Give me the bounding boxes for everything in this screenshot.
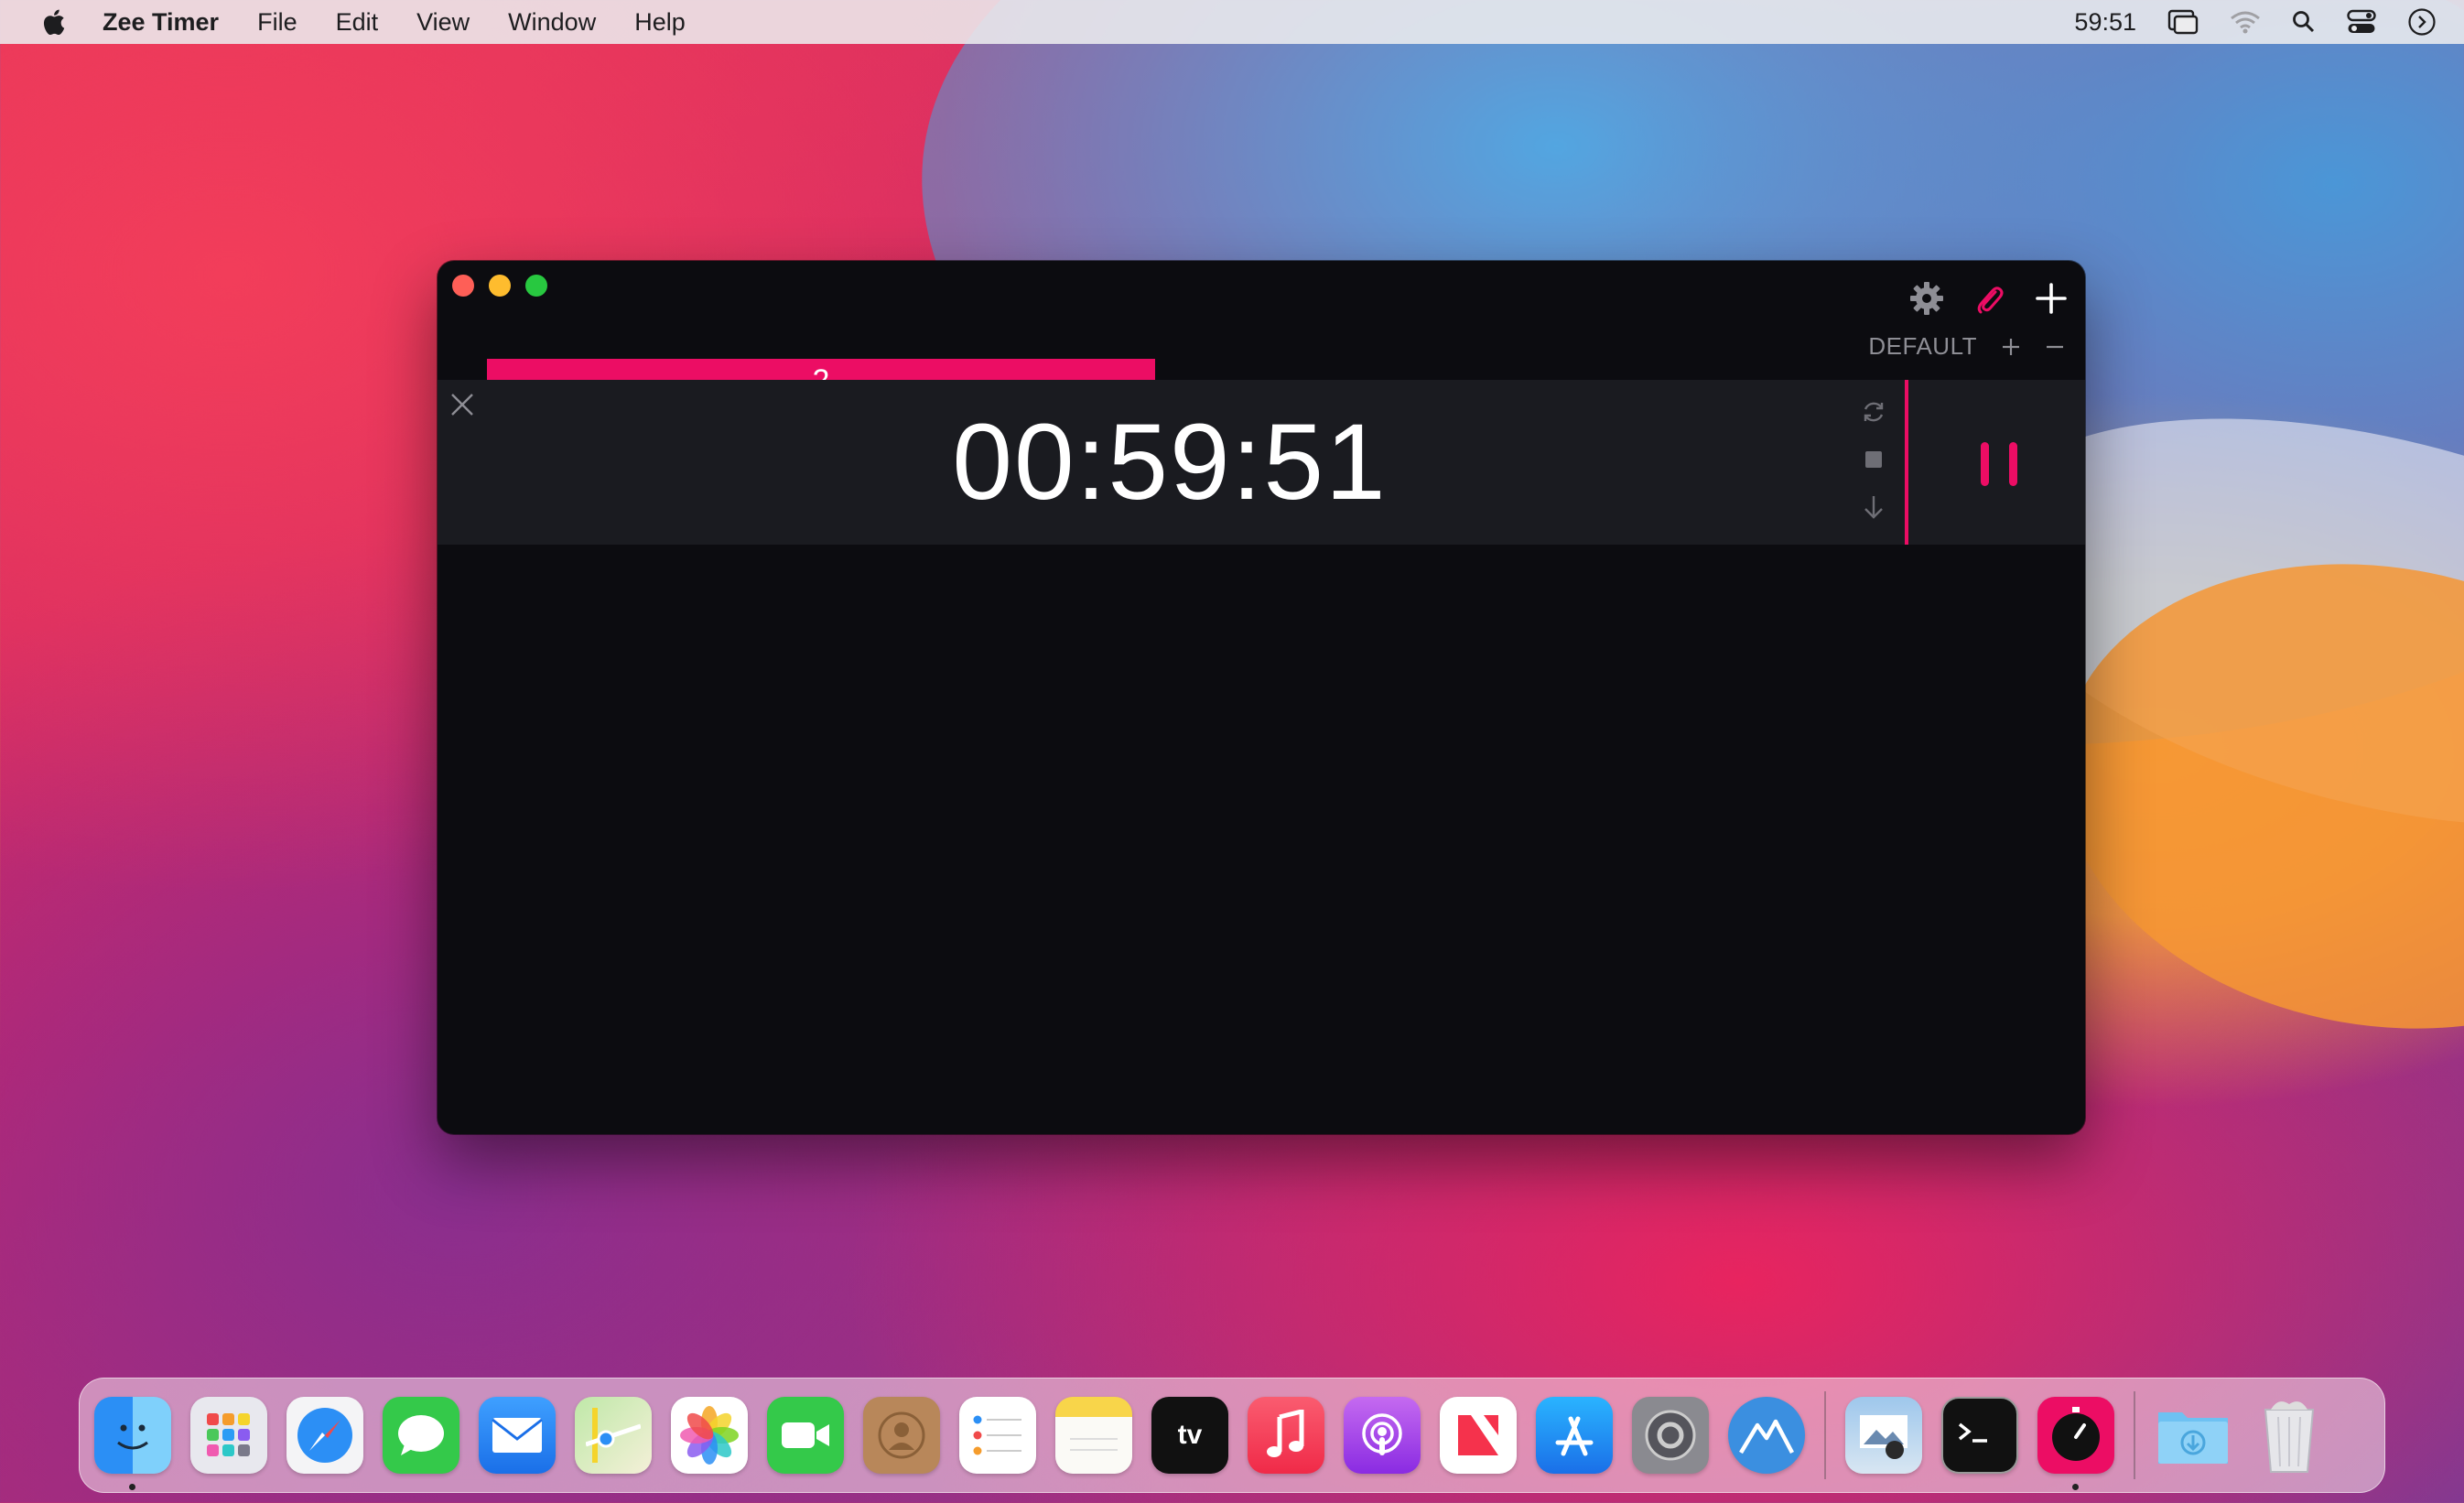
profile-selector: DEFAULT <box>1868 332 2065 361</box>
timer-row: 00:59:51 <box>438 380 2085 545</box>
terminal-prompt-icon <box>1958 1422 1987 1443</box>
apple-menu-icon[interactable] <box>40 7 66 37</box>
notes-lines-icon <box>1070 1438 1118 1451</box>
finder-icon <box>117 1424 148 1450</box>
menu-help[interactable]: Help <box>634 8 686 37</box>
window-toolbar <box>1909 281 2069 316</box>
window-close-button[interactable] <box>452 275 474 297</box>
zee-timer-status-icon[interactable] <box>2407 7 2437 37</box>
stop-icon[interactable] <box>1860 446 1887 473</box>
stopwatch-icon <box>2052 1407 2100 1461</box>
dock-mail[interactable] <box>479 1397 556 1474</box>
dock-trash[interactable] <box>2251 1397 2328 1474</box>
app-store-icon <box>1555 1416 1594 1456</box>
dock-facetime[interactable] <box>767 1397 844 1474</box>
menubar-status-area: 59:51 <box>2074 0 2437 44</box>
menu-file[interactable]: File <box>257 8 297 37</box>
screen-mirroring-icon[interactable] <box>2167 9 2199 35</box>
pause-button[interactable] <box>1975 440 2023 488</box>
menubar-timer-text[interactable]: 59:51 <box>2074 8 2136 37</box>
news-icon <box>1458 1415 1498 1455</box>
dock-tv[interactable]: tv <box>1151 1397 1228 1474</box>
spotlight-search-icon[interactable] <box>2292 10 2316 34</box>
dock-terminal[interactable] <box>1941 1397 2018 1474</box>
menu-bar: Zee Timer File Edit View Window Help 59:… <box>0 0 2464 44</box>
dock-messages[interactable] <box>383 1397 459 1474</box>
paperclip-icon[interactable] <box>1972 281 2006 316</box>
add-profile-icon[interactable] <box>2001 337 2021 357</box>
gear-icon <box>1645 1410 1696 1461</box>
map-pin-icon <box>586 1408 641 1463</box>
safari-compass-icon <box>297 1408 352 1463</box>
dock-safari[interactable] <box>286 1397 363 1474</box>
dock-podcasts[interactable] <box>1344 1397 1421 1474</box>
dock-finder[interactable] <box>94 1397 171 1490</box>
zee-timer-window: DEFAULT 2 00:59:51 <box>438 261 2085 1134</box>
reset-icon[interactable] <box>1860 398 1887 426</box>
dock-contacts[interactable] <box>863 1397 940 1474</box>
preview-icon <box>1860 1415 1907 1459</box>
music-note-icon <box>1267 1410 1304 1457</box>
podcast-icon <box>1362 1413 1402 1455</box>
control-center-icon[interactable] <box>2347 9 2376 35</box>
timer-accent-divider <box>1905 380 1908 545</box>
dock-notes[interactable] <box>1055 1397 1132 1474</box>
arrow-down-icon[interactable] <box>1860 493 1887 521</box>
wifi-icon[interactable] <box>2230 10 2261 34</box>
dock-separator <box>2134 1391 2135 1479</box>
dock-system-preferences[interactable] <box>1632 1397 1709 1474</box>
tv-icon: tv <box>1177 1420 1203 1450</box>
timer-side-controls <box>1860 398 1887 521</box>
remove-profile-icon[interactable] <box>2045 337 2065 357</box>
dock-news[interactable] <box>1440 1397 1517 1474</box>
dock: tv <box>79 1378 2385 1493</box>
dock-music[interactable] <box>1248 1397 1324 1474</box>
menu-window[interactable]: Window <box>508 8 596 37</box>
profile-label[interactable]: DEFAULT <box>1868 332 1977 361</box>
video-camera-icon <box>782 1422 829 1448</box>
window-zoom-button[interactable] <box>525 275 547 297</box>
dock-downloads[interactable] <box>2155 1397 2232 1474</box>
running-indicator <box>2072 1484 2079 1490</box>
message-bubble-icon <box>398 1415 444 1455</box>
dock-zee-timer[interactable] <box>2037 1397 2114 1490</box>
dock-photos[interactable] <box>671 1397 748 1474</box>
dock-preview[interactable] <box>1845 1397 1922 1474</box>
menu-app-name[interactable]: Zee Timer <box>103 8 219 37</box>
envelope-icon <box>492 1418 543 1453</box>
dock-reminders[interactable] <box>959 1397 1036 1474</box>
photos-flower-icon <box>680 1406 739 1465</box>
dock-launchpad[interactable] <box>190 1397 267 1474</box>
menu-edit[interactable]: Edit <box>336 8 379 37</box>
checklist-icon <box>973 1415 1021 1455</box>
window-minimize-button[interactable] <box>489 275 511 297</box>
downloads-folder-icon <box>2158 1412 2228 1464</box>
person-icon <box>878 1411 925 1459</box>
trash-icon <box>2264 1401 2315 1473</box>
dock-monterey-installer[interactable] <box>1728 1397 1805 1474</box>
add-timer-icon[interactable] <box>2034 281 2069 316</box>
dock-app-store[interactable] <box>1536 1397 1613 1474</box>
launchpad-icon <box>207 1413 250 1456</box>
timer-time-display: 00:59:51 <box>952 402 1388 523</box>
mountain-icon <box>1739 1419 1794 1454</box>
running-indicator <box>129 1484 135 1490</box>
gear-icon[interactable] <box>1909 281 1944 316</box>
menu-view[interactable]: View <box>416 8 470 37</box>
dock-separator <box>1824 1391 1826 1479</box>
dock-maps[interactable] <box>575 1397 652 1474</box>
